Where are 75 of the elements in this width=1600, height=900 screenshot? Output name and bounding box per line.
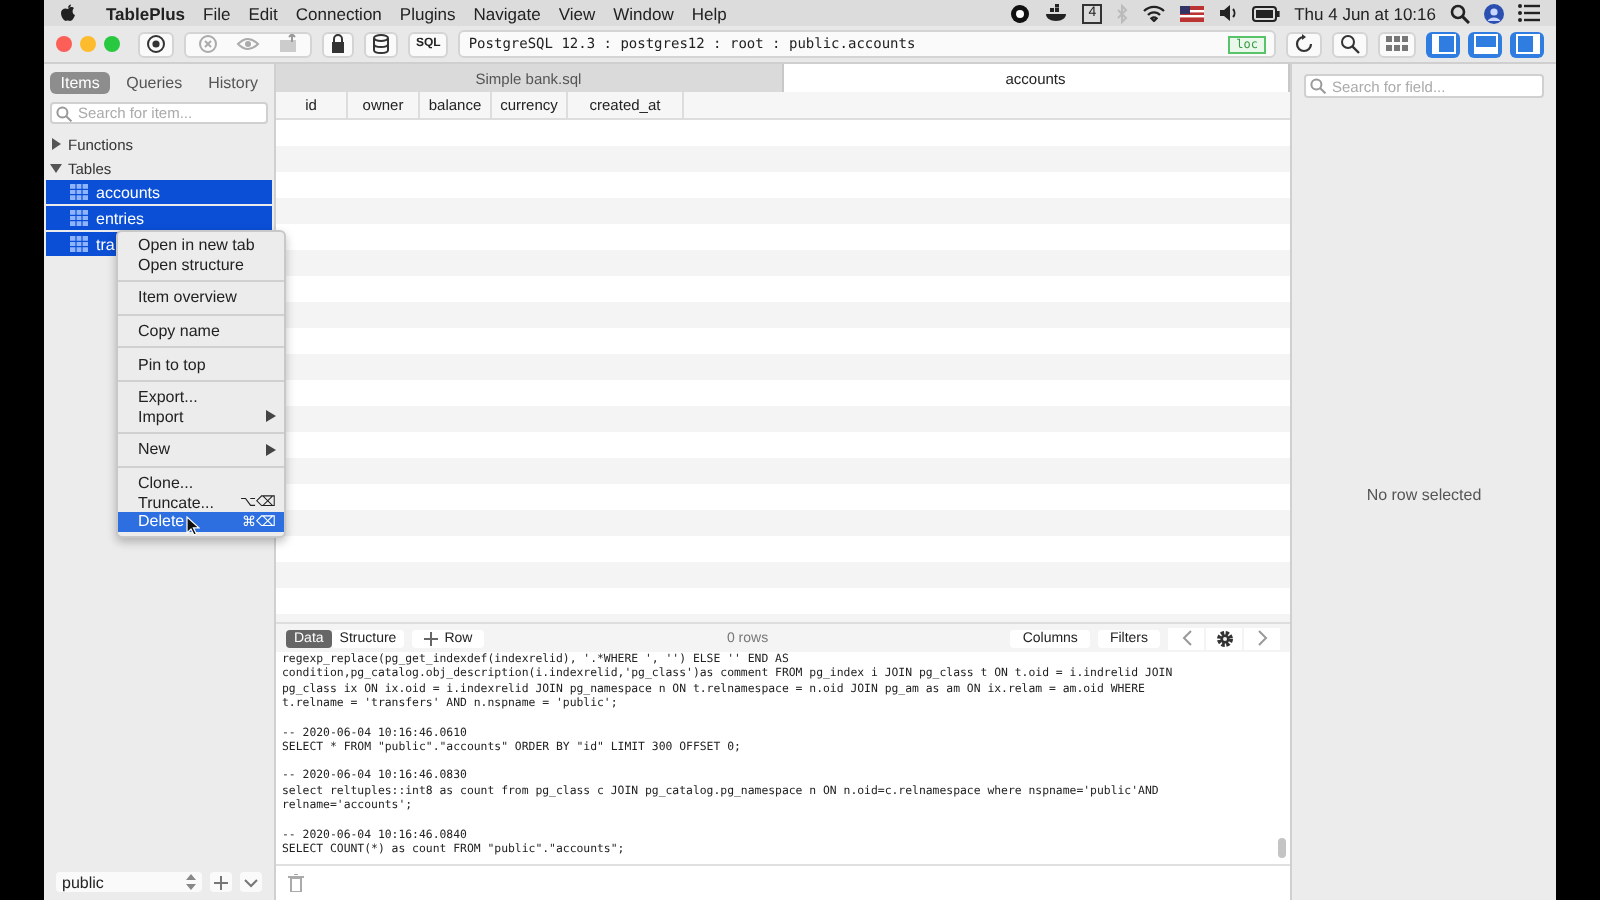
right-panel-icon[interactable] (1515, 34, 1539, 54)
cursor-icon[interactable] (186, 515, 200, 536)
table-icon[interactable] (70, 236, 88, 252)
menu-item[interactable]: Connection (295, 3, 382, 23)
menu-item[interactable]: Edit (248, 3, 278, 23)
menu-item[interactable]: Window (613, 3, 674, 23)
trash-icon[interactable] (288, 874, 304, 892)
wifi-icon[interactable] (1142, 4, 1167, 22)
search-icon[interactable] (1450, 3, 1470, 23)
lock-icon[interactable] (330, 34, 346, 54)
apple-icon[interactable] (60, 4, 76, 22)
search-button[interactable] (1332, 31, 1368, 57)
menu-item[interactable]: Open structure (118, 255, 284, 275)
settings-button[interactable] (1206, 627, 1242, 649)
right-panel-toggle[interactable] (1510, 31, 1544, 57)
table-item[interactable]: entries (46, 206, 272, 230)
menu-item[interactable]: Help (691, 3, 727, 23)
menu-item[interactable]: Export... (118, 387, 284, 408)
battery-icon[interactable] (1252, 5, 1281, 21)
record-icon[interactable] (1010, 3, 1031, 23)
triangle-down-icon[interactable] (50, 162, 62, 174)
connection-button[interactable] (138, 31, 174, 57)
menu-item[interactable]: Clone... (118, 473, 284, 493)
eye-icon[interactable] (236, 36, 260, 52)
database-button[interactable] (364, 31, 398, 57)
table-icon[interactable] (70, 210, 88, 226)
dropdown-button[interactable] (240, 872, 262, 892)
whale-icon[interactable] (1044, 4, 1069, 22)
menu-item[interactable]: Copy name (118, 321, 284, 341)
menu-item[interactable]: New (118, 440, 284, 460)
schema-select[interactable]: public (56, 872, 203, 892)
grid-icon[interactable] (1386, 36, 1408, 52)
sidebar-tab[interactable]: History (198, 72, 268, 94)
left-panel-toggle[interactable] (1426, 31, 1460, 57)
menu-item[interactable]: Item overview (118, 288, 284, 308)
lock-button[interactable] (322, 31, 354, 57)
refresh-button[interactable] (1286, 31, 1322, 57)
plus-icon[interactable] (424, 631, 439, 645)
chevron-left-icon[interactable] (1181, 630, 1191, 646)
power-icon[interactable] (146, 34, 166, 54)
chevron-right-icon[interactable] (1257, 630, 1267, 646)
flag-icon[interactable] (1180, 5, 1205, 21)
sidebar-tab[interactable]: Queries (116, 72, 193, 94)
app-menu[interactable]: TablePlus (106, 3, 186, 23)
empty-message: No row selected (1366, 485, 1482, 503)
scrollbar-thumb[interactable] (1278, 838, 1286, 858)
table-item[interactable]: accounts (46, 180, 272, 204)
updown-icon[interactable] (186, 874, 197, 890)
close-light[interactable] (56, 36, 72, 52)
avatar-icon[interactable] (1484, 3, 1504, 23)
gear-icon[interactable] (1215, 629, 1233, 647)
bottom-panel-icon[interactable] (1473, 34, 1497, 54)
menu-item[interactable]: Import (118, 407, 284, 427)
database-icon[interactable] (372, 34, 390, 54)
menu-item[interactable]: Plugins (399, 3, 456, 23)
left-panel-icon[interactable] (1431, 34, 1455, 54)
menu-item[interactable]: Pin to top (118, 354, 284, 374)
grid-button[interactable] (1378, 31, 1416, 57)
bottom-panel-toggle[interactable] (1468, 31, 1502, 57)
speaker-icon[interactable] (1218, 4, 1239, 22)
table-icon[interactable] (70, 184, 88, 200)
menu-item[interactable]: View (558, 3, 596, 23)
clock[interactable]: Thu 4 Jun at 10:16 (1294, 3, 1436, 23)
triangle-right-icon[interactable] (50, 138, 62, 150)
upload-icon[interactable] (278, 34, 298, 54)
menu-item[interactable]: Navigate (473, 3, 541, 23)
refresh-icon[interactable] (1294, 34, 1314, 54)
submenu-arrow-icon[interactable] (266, 443, 276, 456)
submenu-arrow-icon[interactable] (266, 410, 276, 423)
search-icon[interactable] (1340, 34, 1360, 54)
menu-item[interactable]: Open in new tab (118, 236, 284, 256)
chevron-down-icon[interactable] (244, 877, 259, 887)
menu-item[interactable]: File (203, 3, 231, 23)
close-circle-icon[interactable] (198, 34, 218, 54)
list-icon[interactable] (1518, 4, 1540, 22)
